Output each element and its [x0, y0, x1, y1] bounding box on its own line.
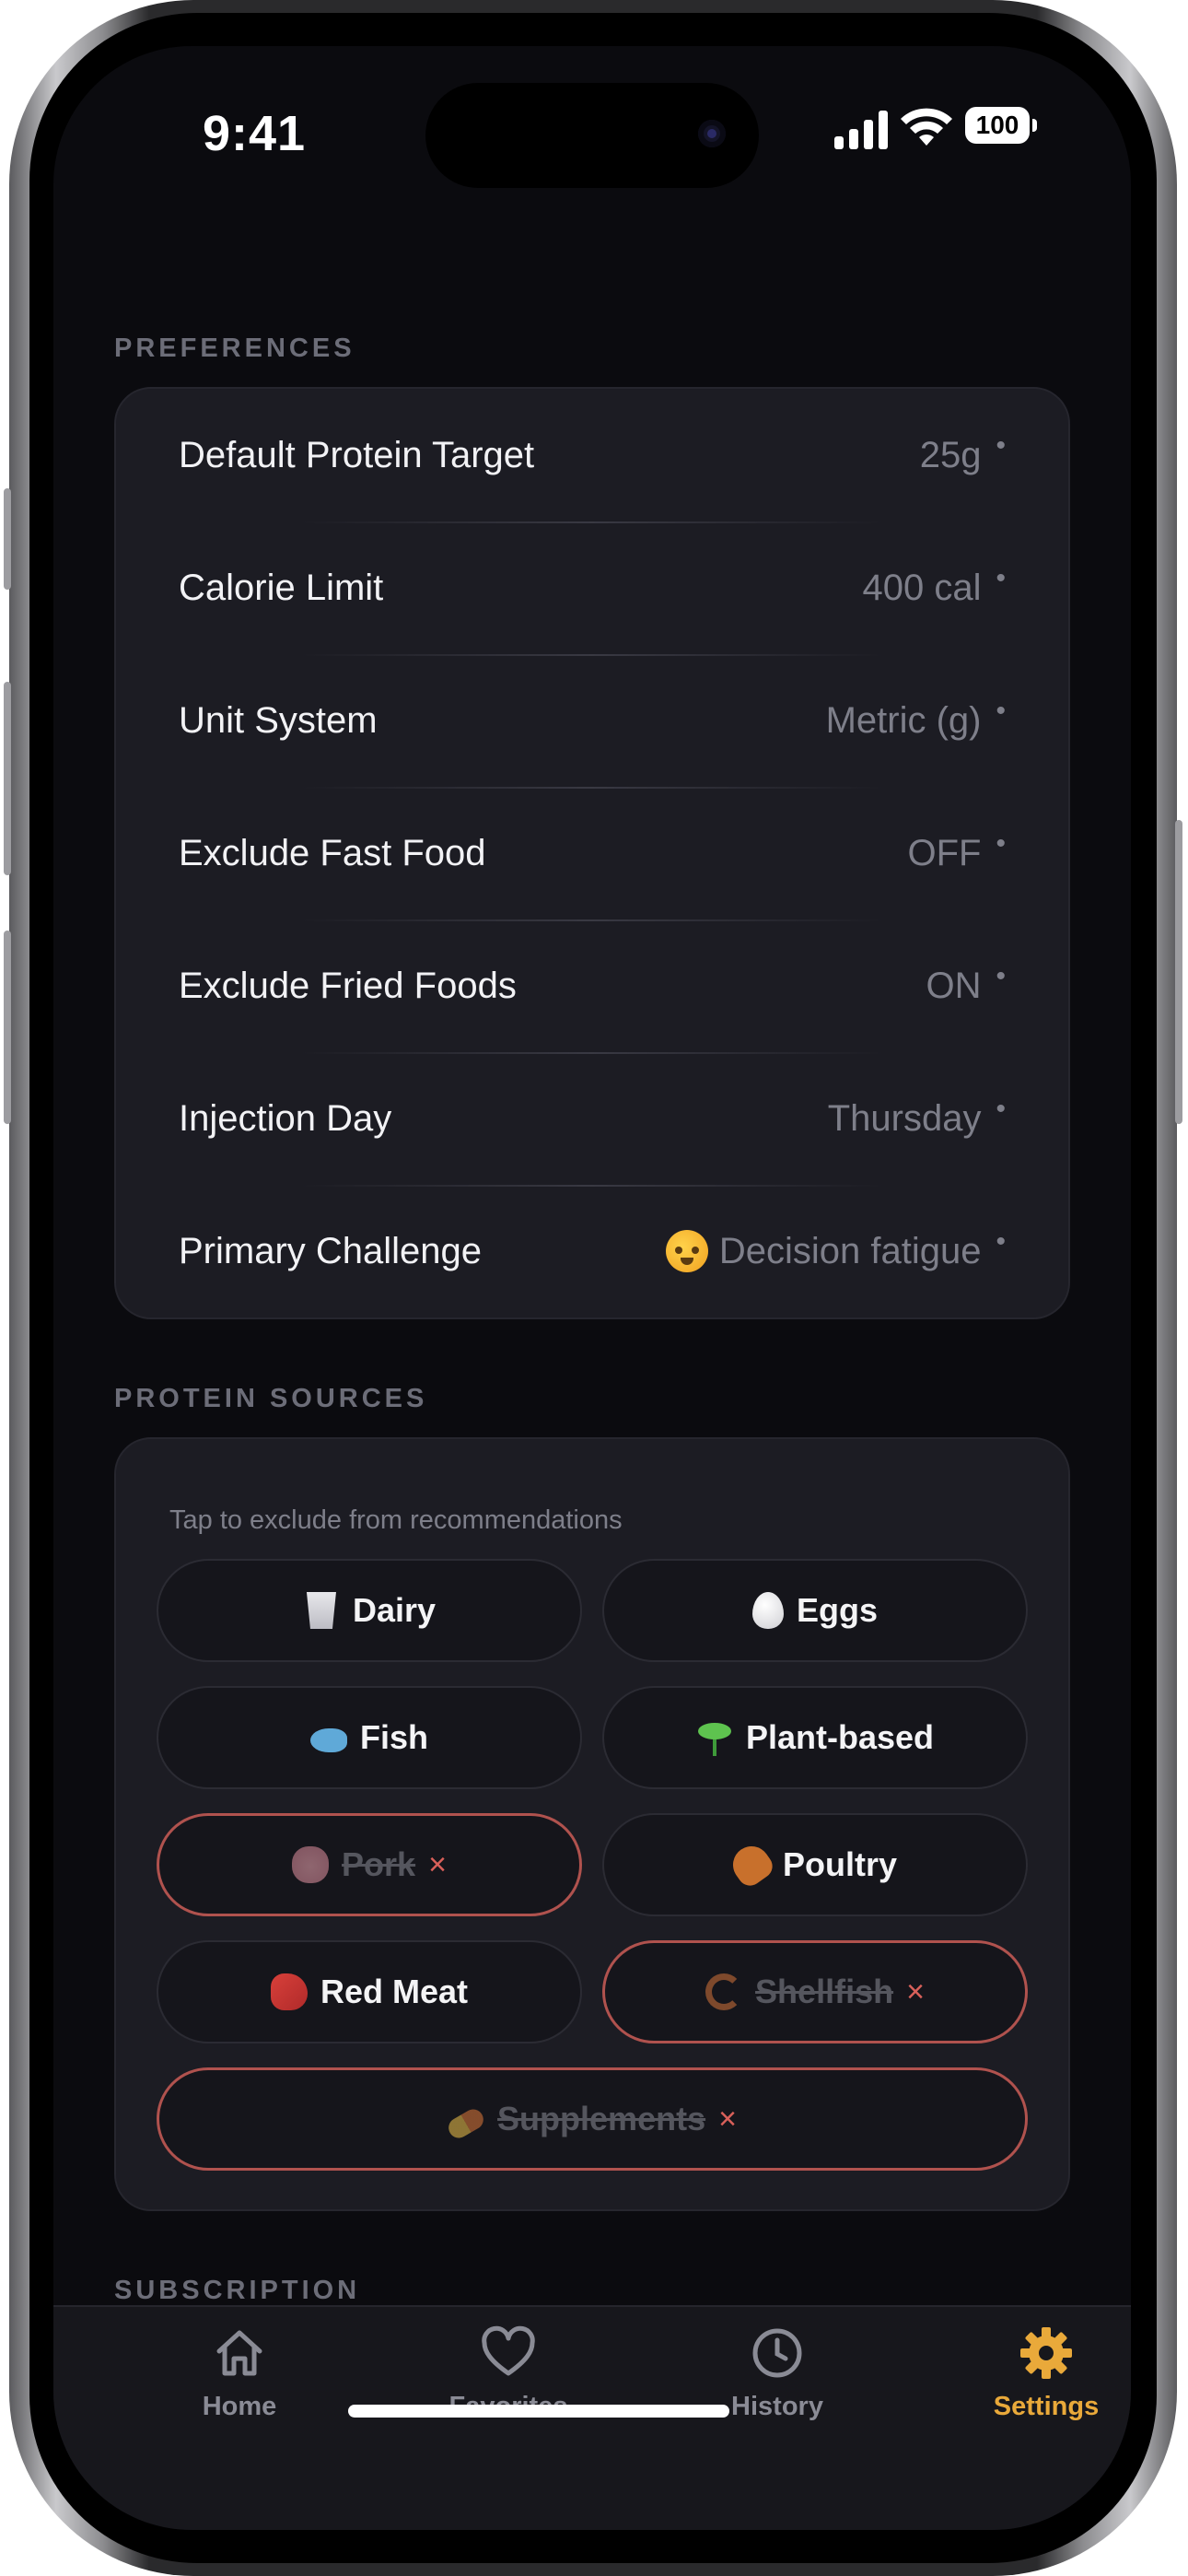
chip-label: Dairy: [352, 1591, 437, 1629]
pref-row-primary-challenge[interactable]: Primary Challenge Decision fatigue •: [116, 1185, 1068, 1317]
poultry-leg-icon: [726, 1839, 777, 1891]
pref-label: Injection Day: [179, 1097, 392, 1139]
chip-label: Fish: [359, 1718, 428, 1756]
milk-icon: [306, 1592, 336, 1629]
subscription-header: SUBSCRIPTION: [114, 2276, 361, 2305]
chip-poultry[interactable]: Poultry: [602, 1813, 1028, 1916]
action-button: [4, 488, 11, 590]
tab-home[interactable]: Home: [138, 2325, 341, 2422]
chip-pork[interactable]: Pork ×: [157, 1813, 582, 1916]
home-icon: [216, 2330, 262, 2376]
status-bar: 9:41 100: [53, 46, 1131, 221]
tab-label: Settings: [993, 2392, 1100, 2421]
power-button: [1175, 820, 1182, 1124]
tab-label: Home: [202, 2392, 277, 2421]
heart-icon: [482, 2325, 535, 2376]
meat-icon: [270, 1973, 308, 2010]
pref-value: 400 cal: [862, 567, 982, 608]
tab-label: History: [731, 2392, 823, 2421]
pref-label: Unit System: [179, 699, 378, 741]
disclosure-dot-icon: •: [996, 828, 1006, 859]
pref-row-calorie-limit[interactable]: Calorie Limit 400 cal •: [116, 521, 1068, 654]
shrimp-icon: [705, 1973, 743, 2010]
chip-label: Pork: [342, 1845, 416, 1883]
disclosure-dot-icon: •: [996, 696, 1006, 726]
chip-supplements[interactable]: Supplements ×: [157, 2067, 1028, 2171]
chip-label: Supplements: [497, 2100, 706, 2137]
pref-label: Calorie Limit: [179, 567, 384, 608]
protein-sources-hint: Tap to exclude from recommendations: [169, 1505, 623, 1535]
gear-icon: [1020, 2327, 1072, 2379]
chip-label: Poultry: [782, 1845, 897, 1883]
screen: 9:41 100 PREFERENCES Default Protein Tar…: [53, 46, 1131, 2530]
excluded-x-icon: ×: [428, 1846, 447, 1882]
excluded-x-icon: ×: [906, 1973, 925, 2009]
status-time: 9:41: [203, 106, 307, 161]
fish-icon: [309, 1728, 347, 1752]
clock-icon: [752, 2328, 802, 2378]
pref-label: Exclude Fried Foods: [179, 965, 517, 1006]
chip-plant-based[interactable]: Plant-based: [602, 1686, 1028, 1789]
chip-label: Eggs: [796, 1591, 878, 1629]
pref-label: Exclude Fast Food: [179, 832, 486, 873]
dynamic-island: [425, 83, 759, 188]
wifi-icon: [901, 108, 952, 146]
chip-fish[interactable]: Fish: [157, 1686, 582, 1789]
pref-row-unit-system[interactable]: Unit System Metric (g) •: [116, 654, 1068, 787]
pref-row-exclude-fast-food[interactable]: Exclude Fast Food OFF •: [116, 787, 1068, 919]
protein-sources-card: Tap to exclude from recommendations Dair…: [114, 1437, 1070, 2211]
cellular-signal-icon: [834, 111, 890, 149]
tab-settings[interactable]: Settings: [945, 2325, 1131, 2422]
pref-row-injection-day[interactable]: Injection Day Thursday •: [116, 1052, 1068, 1185]
seedling-icon: [696, 1719, 733, 1756]
chip-red-meat[interactable]: Red Meat: [157, 1940, 582, 2043]
protein-sources-header: PROTEIN SOURCES: [114, 1384, 428, 1413]
preferences-header: PREFERENCES: [114, 334, 355, 363]
chip-shellfish[interactable]: Shellfish ×: [602, 1940, 1028, 2043]
camera-icon: [698, 120, 726, 147]
excluded-x-icon: ×: [718, 2101, 737, 2137]
pref-value: Decision fatigue: [718, 1230, 982, 1271]
disclosure-dot-icon: •: [996, 563, 1006, 593]
chip-dairy[interactable]: Dairy: [157, 1559, 582, 1662]
disclosure-dot-icon: •: [996, 961, 1006, 991]
pref-value: ON: [926, 965, 982, 1006]
chip-label: Red Meat: [320, 1973, 469, 2010]
pref-row-exclude-fried-foods[interactable]: Exclude Fried Foods ON •: [116, 919, 1068, 1052]
pref-label: Primary Challenge: [179, 1230, 483, 1271]
disclosure-dot-icon: •: [996, 1094, 1006, 1124]
disclosure-dot-icon: •: [996, 430, 1006, 461]
home-indicator[interactable]: [348, 2405, 729, 2418]
disclosure-dot-icon: •: [996, 1226, 1006, 1257]
pref-label: Default Protein Target: [179, 434, 535, 475]
volume-down-button: [4, 931, 11, 1124]
pref-value: Metric (g): [825, 699, 982, 741]
tab-bar: Home Favorites History: [53, 2305, 1131, 2530]
pref-value: OFF: [907, 832, 982, 873]
pig-icon: [292, 1846, 330, 1883]
preferences-card: Default Protein Target 25g • Calorie Lim…: [114, 387, 1070, 1319]
chip-label: Shellfish: [755, 1973, 894, 2010]
pref-value: 25g: [919, 434, 982, 475]
chip-label: Plant-based: [745, 1718, 935, 1756]
pill-icon: [445, 2104, 487, 2142]
exploding-head-emoji-icon: [665, 1230, 708, 1272]
chip-eggs[interactable]: Eggs: [602, 1559, 1028, 1662]
battery-indicator: 100: [965, 107, 1037, 144]
pref-row-protein-target[interactable]: Default Protein Target 25g •: [116, 389, 1068, 521]
pref-value: Thursday: [827, 1097, 982, 1139]
volume-up-button: [4, 682, 11, 875]
egg-icon: [751, 1592, 784, 1629]
pref-value-wrap: Decision fatigue: [665, 1230, 982, 1272]
